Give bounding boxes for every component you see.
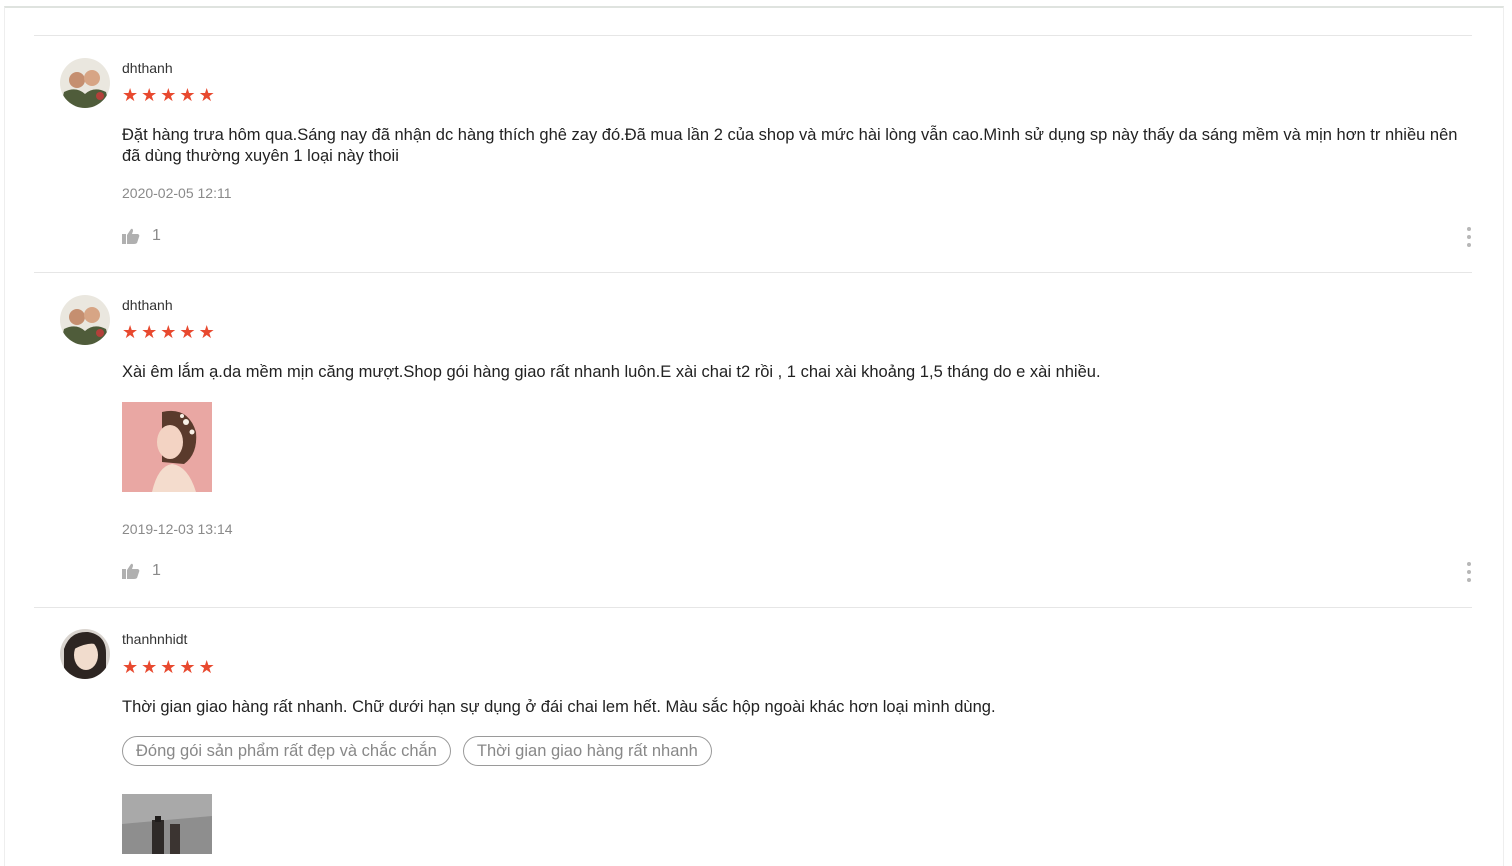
review-photo[interactable] bbox=[122, 402, 212, 492]
username[interactable]: dhthanh bbox=[122, 297, 173, 313]
star-icon: ★ bbox=[179, 657, 196, 677]
star-icon: ★ bbox=[141, 322, 158, 342]
review-text: Thời gian giao hàng rất nhanh. Chữ dưới … bbox=[122, 698, 996, 716]
like-count: 1 bbox=[152, 227, 161, 244]
more-options-button[interactable] bbox=[1466, 227, 1472, 247]
avatar[interactable] bbox=[60, 58, 110, 108]
star-icon: ★ bbox=[141, 85, 158, 105]
username[interactable]: thanhnhidt bbox=[122, 631, 187, 647]
review-text: Xài êm lắm ạ.da mềm mịn căng mượt.Shop g… bbox=[122, 363, 1101, 381]
review-time: 2020-02-05 12:11 bbox=[122, 185, 232, 201]
star-icon: ★ bbox=[179, 85, 196, 105]
review-photo[interactable] bbox=[122, 794, 212, 854]
review-tag[interactable]: Đóng gói sản phẩm rất đẹp và chắc chắn bbox=[122, 736, 451, 766]
username[interactable]: dhthanh bbox=[122, 60, 173, 76]
avatar[interactable] bbox=[60, 629, 110, 679]
review-item: dhthanh ★ ★ ★ ★ ★ Đặt hàng trưa hôm qua.… bbox=[34, 35, 1472, 272]
star-icon: ★ bbox=[179, 322, 196, 342]
star-icon: ★ bbox=[122, 322, 139, 342]
like-button[interactable]: 1 bbox=[122, 562, 161, 580]
review-item: dhthanh ★ ★ ★ ★ ★ Xài êm lắm ạ.da mềm mị… bbox=[34, 272, 1472, 607]
star-icon: ★ bbox=[160, 657, 177, 677]
more-vertical-icon bbox=[1467, 562, 1471, 566]
star-icon: ★ bbox=[198, 657, 215, 677]
rating-stars: ★ ★ ★ ★ ★ bbox=[122, 86, 215, 104]
thumbs-up-icon bbox=[122, 228, 140, 244]
review-time: 2019-12-03 13:14 bbox=[122, 521, 233, 537]
star-icon: ★ bbox=[160, 85, 177, 105]
star-icon: ★ bbox=[141, 657, 158, 677]
star-icon: ★ bbox=[198, 322, 215, 342]
star-icon: ★ bbox=[198, 85, 215, 105]
star-icon: ★ bbox=[122, 657, 139, 677]
rating-stars: ★ ★ ★ ★ ★ bbox=[122, 658, 215, 676]
review-text: Đặt hàng trưa hôm qua.Sáng nay đã nhận d… bbox=[122, 126, 1458, 165]
rating-stars: ★ ★ ★ ★ ★ bbox=[122, 323, 215, 341]
review-item: thanhnhidt ★ ★ ★ ★ ★ Thời gian giao hàng… bbox=[34, 607, 1472, 860]
more-vertical-icon bbox=[1467, 227, 1471, 231]
more-options-button[interactable] bbox=[1466, 562, 1472, 582]
like-button[interactable]: 1 bbox=[122, 227, 161, 245]
review-tag[interactable]: Thời gian giao hàng rất nhanh bbox=[462, 736, 712, 766]
like-count: 1 bbox=[152, 562, 161, 579]
thumbs-up-icon bbox=[122, 563, 140, 579]
star-icon: ★ bbox=[160, 322, 177, 342]
review-tags: Đóng gói sản phẩm rất đẹp và chắc chắn T… bbox=[122, 736, 712, 766]
star-icon: ★ bbox=[122, 85, 139, 105]
avatar[interactable] bbox=[60, 295, 110, 345]
